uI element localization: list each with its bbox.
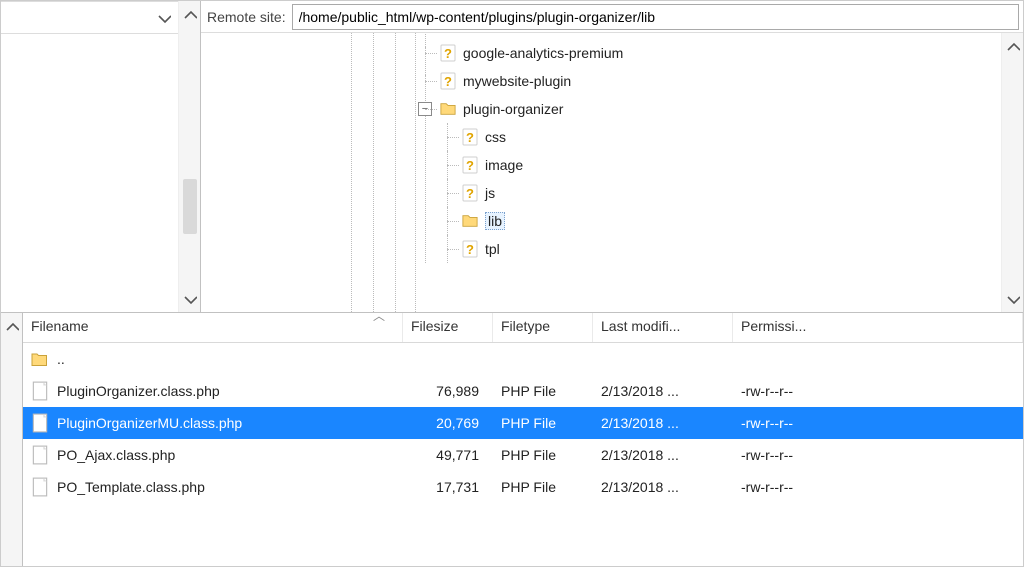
col-filesize[interactable]: Filesize <box>403 313 493 342</box>
file-list-header[interactable]: Filename Filesize Filetype Last modifi..… <box>23 313 1023 343</box>
tree-item[interactable]: tpl <box>439 235 997 263</box>
tree-item[interactable]: js <box>439 179 997 207</box>
tree-node[interactable]: js <box>461 179 997 207</box>
scroll-thumb[interactable] <box>183 179 197 234</box>
tree-item-label: lib <box>485 212 505 230</box>
file-name: PluginOrganizerMU.class.php <box>57 415 242 431</box>
file-icon <box>31 445 49 465</box>
local-files-scrollbar[interactable] <box>1 313 23 566</box>
col-permissions[interactable]: Permissi... <box>733 313 1023 342</box>
unknown-folder-icon <box>461 128 479 146</box>
parent-dir-label: .. <box>57 351 65 367</box>
file-size: 76,989 <box>403 383 493 399</box>
remote-tree-area: google-analytics-premium mywebsite-plugin… <box>201 33 1023 312</box>
file-row[interactable]: PluginOrganizerMU.class.php 20,769PHP Fil… <box>23 407 1023 439</box>
bottom-panels: ︿ Filename Filesize Filetype Last modifi… <box>1 313 1023 566</box>
file-permissions: -rw-r--r-- <box>733 479 1023 495</box>
file-size: 17,731 <box>403 479 493 495</box>
tree-item-label: plugin-organizer <box>463 101 563 117</box>
tree-item[interactable]: mywebsite-plugin <box>417 67 997 95</box>
file-row[interactable]: PluginOrganizer.class.php 76,989PHP File2… <box>23 375 1023 407</box>
tree-item-label: image <box>485 157 523 173</box>
local-combo-stub <box>1 2 178 34</box>
file-row[interactable]: PO_Template.class.php 17,731PHP File2/13/… <box>23 471 1023 503</box>
tree-node[interactable]: lib <box>461 207 997 235</box>
file-size: 20,769 <box>403 415 493 431</box>
file-modified: 2/13/2018 ... <box>593 447 733 463</box>
remote-tree[interactable]: google-analytics-premium mywebsite-plugin… <box>201 33 1001 312</box>
tree-item-label: tpl <box>485 241 500 257</box>
scroll-up-icon[interactable] <box>1004 37 1022 55</box>
file-name: PO_Ajax.class.php <box>57 447 175 463</box>
folder-icon <box>439 100 457 118</box>
folder-icon <box>461 212 479 230</box>
tree-item-label: css <box>485 129 506 145</box>
file-permissions: -rw-r--r-- <box>733 447 1023 463</box>
file-row[interactable]: PO_Ajax.class.php 49,771PHP File2/13/2018… <box>23 439 1023 471</box>
scroll-down-icon[interactable] <box>181 290 199 308</box>
tree-node[interactable]: tpl <box>461 235 997 263</box>
chevron-down-icon[interactable] <box>156 10 172 26</box>
tree-item[interactable]: image <box>439 151 997 179</box>
remote-panel: Remote site: google-analytics-premium myw… <box>201 1 1023 312</box>
top-panels: Remote site: google-analytics-premium myw… <box>1 1 1023 313</box>
col-filename[interactable]: Filename <box>23 313 403 342</box>
ftp-client-window: Remote site: google-analytics-premium myw… <box>0 0 1024 567</box>
remote-path-input[interactable] <box>293 9 1018 25</box>
remote-site-label: Remote site: <box>207 9 286 25</box>
file-name: PluginOrganizer.class.php <box>57 383 220 399</box>
tree-item[interactable]: google-analytics-premium <box>417 39 997 67</box>
file-icon <box>31 381 49 401</box>
tree-item-label: google-analytics-premium <box>463 45 623 61</box>
folder-up-icon <box>31 351 49 367</box>
local-scrollbar[interactable] <box>178 1 200 312</box>
unknown-folder-icon <box>461 156 479 174</box>
splitter-grip-icon[interactable]: ︿ <box>373 307 384 324</box>
ancestry-guides <box>201 33 431 312</box>
parent-directory-row[interactable]: .. <box>23 343 1023 375</box>
file-modified: 2/13/2018 ... <box>593 415 733 431</box>
collapse-toggle[interactable]: − <box>418 102 432 116</box>
file-type: PHP File <box>493 479 593 495</box>
file-modified: 2/13/2018 ... <box>593 383 733 399</box>
remote-tree-scrollbar[interactable] <box>1001 33 1023 312</box>
file-type: PHP File <box>493 447 593 463</box>
tree-item-label: js <box>485 185 495 201</box>
scroll-up-icon[interactable] <box>3 317 21 335</box>
file-icon <box>31 413 49 433</box>
tree-node[interactable]: plugin-organizer <box>439 95 997 123</box>
scroll-track[interactable] <box>183 23 197 290</box>
tree-item[interactable]: − plugin-organizer css image js lib tpl <box>417 95 997 263</box>
unknown-folder-icon <box>439 44 457 62</box>
unknown-folder-icon <box>461 240 479 258</box>
file-list-body[interactable]: ..PluginOrganizer.class.php76,989PHP Fil… <box>23 343 1023 566</box>
file-size: 49,771 <box>403 447 493 463</box>
remote-path-bar: Remote site: <box>201 1 1023 33</box>
file-icon <box>31 477 49 497</box>
col-modified[interactable]: Last modifi... <box>593 313 733 342</box>
file-type: PHP File <box>493 383 593 399</box>
tree-node[interactable]: css <box>461 123 997 151</box>
file-permissions: -rw-r--r-- <box>733 383 1023 399</box>
unknown-folder-icon <box>439 72 457 90</box>
tree-node[interactable]: google-analytics-premium <box>439 39 997 67</box>
local-panel-body <box>1 1 178 312</box>
tree-node[interactable]: image <box>461 151 997 179</box>
remote-path-input-wrap[interactable] <box>292 4 1019 30</box>
local-panel <box>1 1 201 312</box>
file-name: PO_Template.class.php <box>57 479 205 495</box>
tree-item[interactable]: css <box>439 123 997 151</box>
file-modified: 2/13/2018 ... <box>593 479 733 495</box>
tree-item[interactable]: lib <box>439 207 997 235</box>
scroll-down-icon[interactable] <box>1004 290 1022 308</box>
tree-item-label: mywebsite-plugin <box>463 73 571 89</box>
col-filetype[interactable]: Filetype <box>493 313 593 342</box>
file-permissions: -rw-r--r-- <box>733 415 1023 431</box>
tree-node[interactable]: mywebsite-plugin <box>439 67 997 95</box>
unknown-folder-icon <box>461 184 479 202</box>
remote-file-list: Filename Filesize Filetype Last modifi..… <box>23 313 1023 566</box>
scroll-up-icon[interactable] <box>181 5 199 23</box>
file-type: PHP File <box>493 415 593 431</box>
